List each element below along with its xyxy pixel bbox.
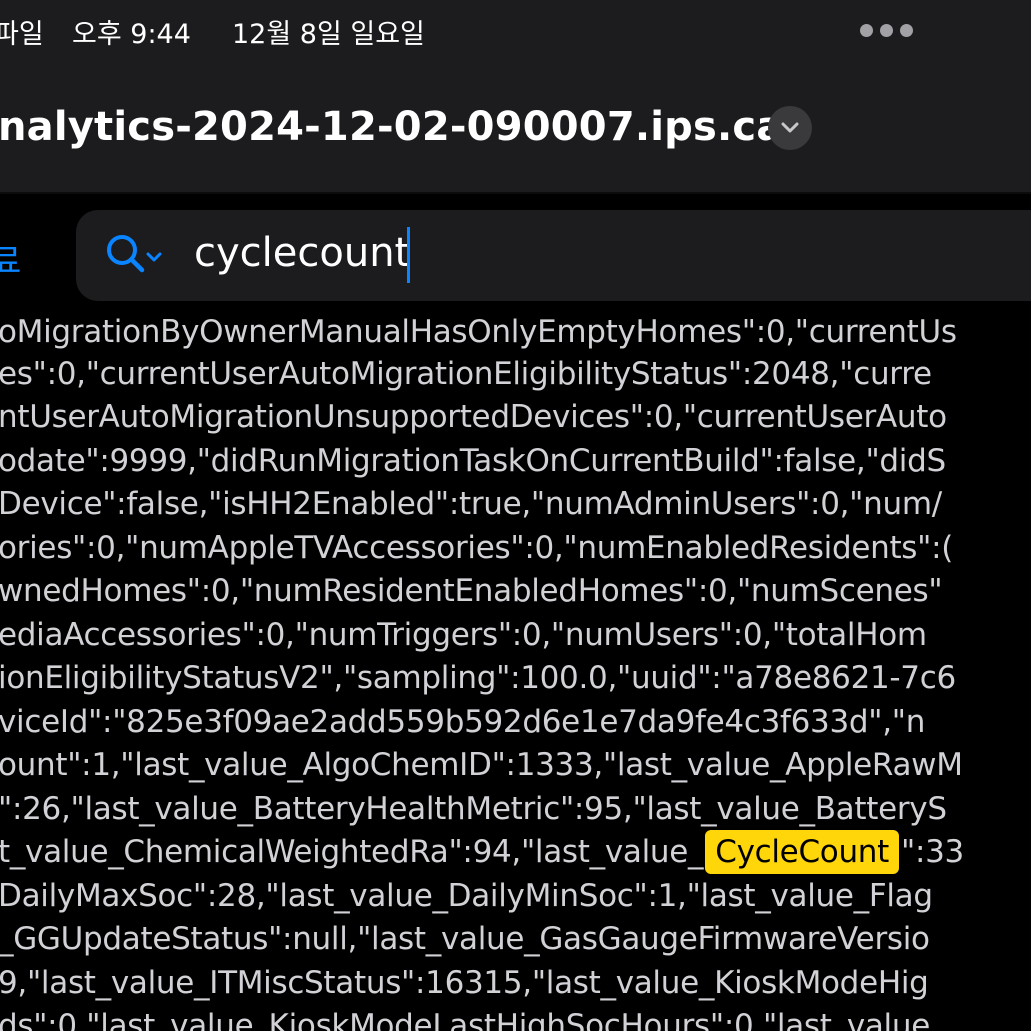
status-bar: 파일 오후 9:44 12월 8일 일요일 bbox=[0, 0, 1031, 64]
find-bar: 료 cyclecount bbox=[0, 194, 1031, 318]
chevron-down-icon bbox=[781, 122, 799, 133]
log-line: ount":1,"last_value_AlgoChemID":1333,"la… bbox=[0, 747, 963, 783]
log-line: ediaAccessories":0,"numTriggers":0,"numU… bbox=[0, 617, 927, 653]
log-line: ntUserAutoMigrationUnsupportedDevices":0… bbox=[0, 399, 947, 435]
log-line-with-match: t_value_ChemicalWeightedRa":94,"last_val… bbox=[0, 830, 964, 874]
log-line: ionEligibilityStatusV2","sampling":100.0… bbox=[0, 660, 956, 696]
log-line: Device":false,"isHH2Enabled":true,"numAd… bbox=[0, 486, 942, 522]
log-text: t_value_ChemicalWeightedRa":94,"last_val… bbox=[0, 834, 704, 870]
log-line: 9,"last_value_ITMiscStatus":16315,"last_… bbox=[0, 965, 929, 1001]
log-line: ":26,"last_value_BatteryHealthMetric":95… bbox=[0, 791, 947, 827]
log-line: _GGUpdateStatus":null,"last_value_GasGau… bbox=[0, 921, 930, 957]
search-input[interactable]: cyclecount bbox=[194, 230, 410, 276]
log-line: ories":0,"numAppleTVAccessories":0,"numE… bbox=[0, 530, 954, 566]
log-text: ":33 bbox=[901, 834, 964, 870]
dot bbox=[860, 24, 873, 37]
log-line: viceId":"825e3f09ae2add559b592d6e1e7da9f… bbox=[0, 704, 926, 740]
log-line: odate":9999,"didRunMigrationTaskOnCurren… bbox=[0, 443, 946, 479]
search-icon[interactable] bbox=[104, 232, 168, 280]
done-button[interactable]: 료 bbox=[0, 234, 21, 283]
more-options-icon[interactable] bbox=[860, 24, 913, 37]
log-line: DailyMaxSoc":28,"last_value_DailyMinSoc"… bbox=[0, 878, 933, 914]
search-match-highlight[interactable]: CycleCount bbox=[705, 830, 900, 874]
status-date: 12월 8일 일요일 bbox=[232, 19, 425, 50]
log-line: wnedHomes":0,"numResidentEnabledHomes":0… bbox=[0, 573, 943, 609]
status-time: 오후 9:44 bbox=[72, 19, 191, 50]
document-title[interactable]: nalytics-2024-12-02-090007.ips.ca bbox=[0, 104, 784, 150]
status-app-name: 파일 bbox=[0, 19, 44, 50]
log-content[interactable]: oMigrationByOwnerManualHasOnlyEmptyHomes… bbox=[0, 318, 1031, 1031]
dot bbox=[900, 24, 913, 37]
log-line: oMigrationByOwnerManualHasOnlyEmptyHomes… bbox=[0, 318, 957, 350]
log-line: es":0,"currentUserAutoMigrationEligibili… bbox=[0, 356, 932, 392]
title-bar: nalytics-2024-12-02-090007.ips.ca bbox=[0, 64, 1031, 192]
text-caret bbox=[407, 227, 410, 283]
log-line: ds":0,"last_value_KioskModeLastHighSocHo… bbox=[0, 1008, 930, 1031]
dot bbox=[880, 24, 893, 37]
search-field[interactable]: cyclecount bbox=[76, 210, 1031, 301]
title-menu-button[interactable] bbox=[768, 106, 812, 150]
